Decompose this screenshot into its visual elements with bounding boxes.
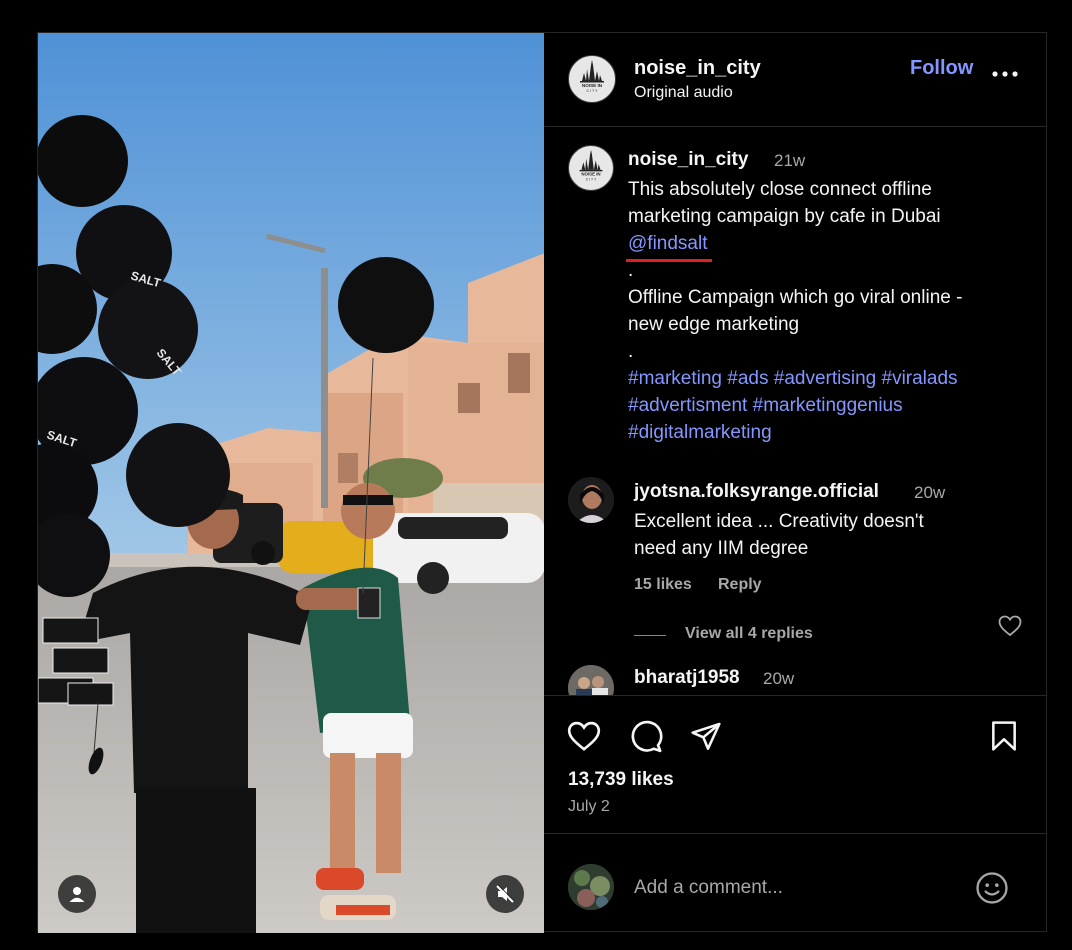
add-comment-bar (544, 834, 1046, 933)
caption-avatar[interactable]: NOISE IN C I T Y (568, 145, 614, 191)
view-replies-button[interactable]: View all 4 replies (685, 625, 813, 643)
header-username[interactable]: noise_in_city (634, 57, 761, 80)
likes-count[interactable]: 13,739 likes (568, 769, 674, 791)
bookmark-icon (992, 721, 1016, 751)
hashtag-link[interactable]: #advertisment (628, 395, 747, 416)
comment-likes-count[interactable]: 15 likes (634, 576, 692, 594)
tagged-users-button[interactable] (58, 875, 96, 913)
caption-timestamp[interactable]: 21w (774, 151, 805, 171)
like-button[interactable] (566, 718, 602, 754)
post-date[interactable]: July 2 (568, 798, 610, 816)
comment-icon (631, 720, 663, 753)
hashtag-link[interactable]: #advertising (774, 368, 876, 389)
comment-input[interactable] (634, 874, 954, 902)
caption-username[interactable]: noise_in_city (628, 149, 748, 171)
hashtag-link[interactable]: #ads (727, 368, 768, 389)
caption-line: Offline Campaign which go viral online - (628, 287, 963, 308)
audio-muted-icon (496, 884, 515, 903)
comment-text: Excellent idea ... Creativity doesn't ne… (634, 508, 984, 562)
hashtag-link[interactable]: #marketinggenius (753, 395, 903, 416)
hashtag-link[interactable]: #digitalmarketing (628, 422, 772, 443)
hashtag-link[interactable]: #marketing (628, 368, 722, 389)
logo-text: C I T Y (586, 177, 597, 181)
comment-like-button[interactable] (998, 615, 1022, 642)
commenter-avatar[interactable] (568, 477, 614, 523)
user-icon (69, 887, 85, 902)
heart-icon (567, 721, 601, 751)
logo-text: C I T Y (587, 89, 599, 93)
replies-divider (634, 635, 666, 636)
smiley-icon (976, 872, 1008, 904)
post-actions: 13,739 likes July 2 (544, 696, 1046, 834)
comment-timestamp[interactable]: 20w (763, 669, 794, 689)
caption-dot: . (628, 341, 634, 362)
post-video[interactable]: SALT SALT SALT (38, 33, 544, 933)
commenter-avatar[interactable] (568, 665, 614, 695)
logo-text: NOISE IN (582, 83, 603, 88)
audio-link[interactable]: Original audio (634, 84, 733, 102)
city-logo-icon: NOISE IN C I T Y (579, 149, 603, 181)
save-button[interactable] (986, 718, 1022, 754)
video-frame: SALT SALT SALT (38, 33, 544, 933)
comment-line: need any IIM degree (634, 538, 809, 559)
mention-link[interactable]: @findsalt (626, 230, 711, 262)
more-options-button[interactable] (990, 59, 1020, 89)
caption-text: This absolutely close connect offline ma… (626, 176, 1028, 446)
follow-button[interactable]: Follow (910, 57, 973, 80)
post-details-panel: NOISE IN C I T Y noise_in_city Original … (544, 33, 1046, 933)
comment-username[interactable]: jyotsna.folksyrange.official (634, 481, 879, 503)
account-avatar[interactable]: NOISE IN C I T Y (568, 55, 616, 103)
emoji-button[interactable] (972, 868, 1012, 908)
hashtag-link[interactable]: #viralads (882, 368, 958, 389)
more-icon (992, 71, 1018, 77)
current-user-avatar[interactable] (568, 864, 614, 910)
logo-text: NOISE IN (581, 172, 600, 177)
paper-plane-icon (691, 722, 721, 750)
reply-button[interactable]: Reply (718, 576, 762, 594)
comment-username[interactable]: bharatj1958 (634, 667, 740, 689)
heart-icon (998, 615, 1022, 637)
caption-line: new edge marketing (628, 314, 800, 335)
caption-line: This absolutely close connect offline (628, 179, 932, 200)
comment-line: Excellent idea ... Creativity doesn't (634, 511, 924, 532)
caption-line: marketing campaign by cafe in Dubai (628, 206, 941, 227)
city-logo-icon: NOISE IN C I T Y (580, 60, 604, 93)
post-modal: SALT SALT SALT NOISE IN C I T Y noise_in… (37, 32, 1047, 933)
profile-photo (568, 864, 614, 910)
mute-button[interactable] (486, 875, 524, 913)
share-button[interactable] (688, 718, 724, 754)
profile-photo (568, 665, 614, 695)
post-header: NOISE IN C I T Y noise_in_city Original … (544, 33, 1046, 127)
comment-timestamp[interactable]: 20w (914, 483, 945, 503)
profile-photo (568, 477, 614, 523)
comment-button[interactable] (628, 718, 664, 754)
comments-section[interactable]: NOISE IN C I T Y noise_in_city 21w This … (544, 127, 1046, 696)
